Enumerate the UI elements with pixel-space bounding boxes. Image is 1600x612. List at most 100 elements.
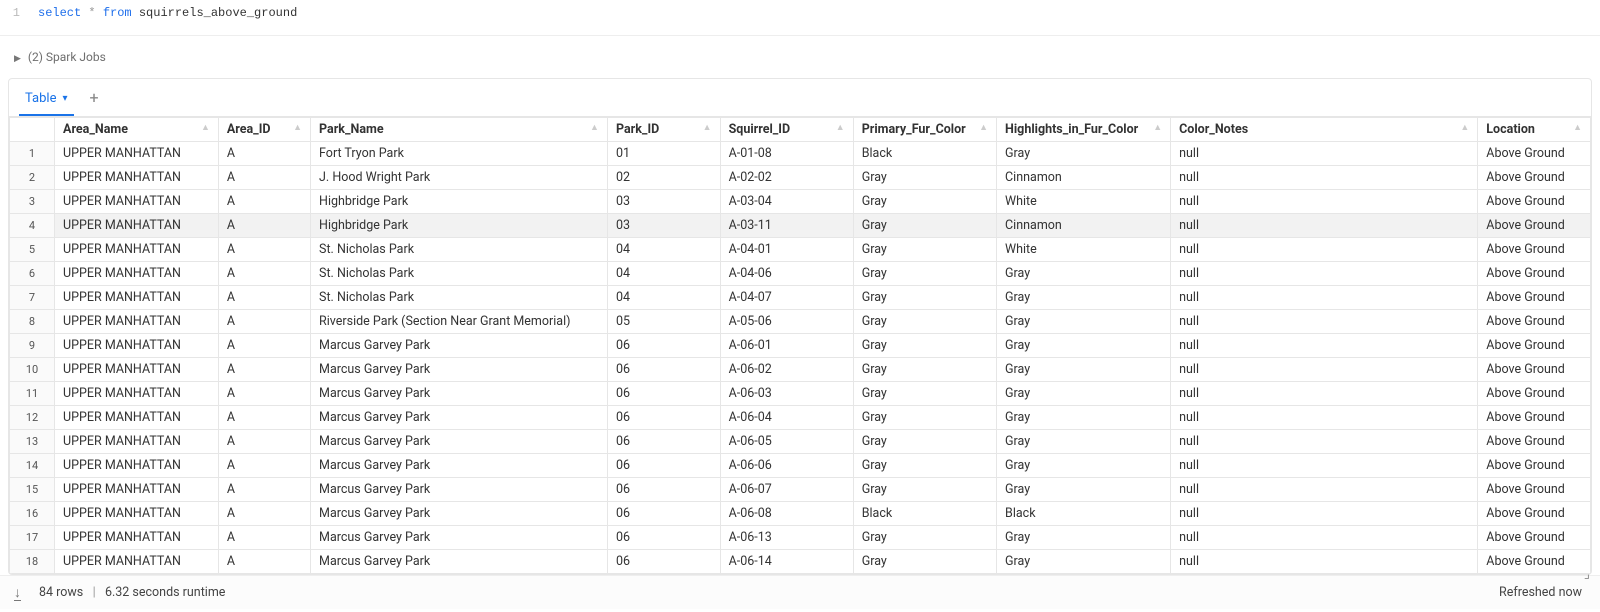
- table-cell[interactable]: UPPER MANHATTAN: [55, 334, 219, 358]
- table-cell[interactable]: A-06-08: [720, 502, 853, 526]
- table-cell[interactable]: Gray: [853, 358, 996, 382]
- table-cell[interactable]: Gray: [997, 430, 1171, 454]
- table-row[interactable]: 4UPPER MANHATTANAHighbridge Park03A-03-1…: [10, 214, 1591, 238]
- table-cell[interactable]: Gray: [997, 310, 1171, 334]
- table-cell[interactable]: A-06-14: [720, 550, 853, 574]
- sort-icon[interactable]: ▲: [703, 122, 712, 133]
- table-cell[interactable]: A-03-04: [720, 190, 853, 214]
- table-cell[interactable]: null: [1171, 310, 1478, 334]
- table-cell[interactable]: 03: [607, 214, 720, 238]
- table-row[interactable]: 2UPPER MANHATTANAJ. Hood Wright Park02A-…: [10, 166, 1591, 190]
- rownum-cell[interactable]: 12: [10, 406, 55, 430]
- table-cell[interactable]: UPPER MANHATTAN: [55, 286, 219, 310]
- table-cell[interactable]: Above Ground: [1478, 214, 1591, 238]
- table-cell[interactable]: 06: [607, 406, 720, 430]
- table-cell[interactable]: A-06-07: [720, 478, 853, 502]
- table-cell[interactable]: Black: [853, 502, 996, 526]
- rownum-cell[interactable]: 10: [10, 358, 55, 382]
- table-row[interactable]: 10UPPER MANHATTANAMarcus Garvey Park06A-…: [10, 358, 1591, 382]
- table-cell[interactable]: Highbridge Park: [311, 214, 608, 238]
- table-cell[interactable]: Marcus Garvey Park: [311, 478, 608, 502]
- table-row[interactable]: 18UPPER MANHATTANAMarcus Garvey Park06A-…: [10, 550, 1591, 574]
- table-row[interactable]: 1UPPER MANHATTANAFort Tryon Park01A-01-0…: [10, 142, 1591, 166]
- table-cell[interactable]: A: [218, 526, 310, 550]
- table-cell[interactable]: A: [218, 454, 310, 478]
- table-cell[interactable]: 06: [607, 334, 720, 358]
- table-row[interactable]: 17UPPER MANHATTANAMarcus Garvey Park06A-…: [10, 526, 1591, 550]
- table-cell[interactable]: A-04-06: [720, 262, 853, 286]
- table-cell[interactable]: Marcus Garvey Park: [311, 406, 608, 430]
- table-cell[interactable]: A-04-07: [720, 286, 853, 310]
- table-cell[interactable]: A-01-08: [720, 142, 853, 166]
- table-cell[interactable]: Gray: [853, 166, 996, 190]
- table-row[interactable]: 9UPPER MANHATTANAMarcus Garvey Park06A-0…: [10, 334, 1591, 358]
- resize-handle-icon[interactable]: ⌟: [1584, 567, 1590, 582]
- rownum-cell[interactable]: 4: [10, 214, 55, 238]
- sort-icon[interactable]: ▲: [979, 122, 988, 133]
- table-cell[interactable]: Gray: [853, 550, 996, 574]
- table-cell[interactable]: 03: [607, 190, 720, 214]
- table-cell[interactable]: Above Ground: [1478, 358, 1591, 382]
- table-cell[interactable]: null: [1171, 454, 1478, 478]
- rownum-cell[interactable]: 17: [10, 526, 55, 550]
- table-cell[interactable]: J. Hood Wright Park: [311, 166, 608, 190]
- table-cell[interactable]: Gray: [997, 358, 1171, 382]
- table-cell[interactable]: Gray: [997, 142, 1171, 166]
- rownum-header[interactable]: [10, 118, 55, 142]
- table-cell[interactable]: A: [218, 478, 310, 502]
- rownum-cell[interactable]: 18: [10, 550, 55, 574]
- table-cell[interactable]: A: [218, 430, 310, 454]
- table-cell[interactable]: Gray: [853, 454, 996, 478]
- table-cell[interactable]: A: [218, 166, 310, 190]
- table-cell[interactable]: A: [218, 550, 310, 574]
- sort-icon[interactable]: ▲: [1153, 122, 1162, 133]
- col-header[interactable]: Area_ID▲: [218, 118, 310, 142]
- table-row[interactable]: 3UPPER MANHATTANAHighbridge Park03A-03-0…: [10, 190, 1591, 214]
- table-cell[interactable]: UPPER MANHATTAN: [55, 430, 219, 454]
- table-cell[interactable]: St. Nicholas Park: [311, 286, 608, 310]
- table-cell[interactable]: Gray: [997, 454, 1171, 478]
- table-cell[interactable]: Above Ground: [1478, 454, 1591, 478]
- chevron-down-icon[interactable]: ▾: [62, 93, 67, 104]
- spark-jobs-toggle[interactable]: ▶ (2) Spark Jobs: [0, 36, 1600, 78]
- table-cell[interactable]: A-05-06: [720, 310, 853, 334]
- table-cell[interactable]: null: [1171, 142, 1478, 166]
- table-cell[interactable]: A-02-02: [720, 166, 853, 190]
- results-table[interactable]: Area_Name▲ Area_ID▲ Park_Name▲ Park_ID▲ …: [9, 117, 1591, 574]
- table-row[interactable]: 8UPPER MANHATTANARiverside Park (Section…: [10, 310, 1591, 334]
- sort-icon[interactable]: ▲: [590, 122, 599, 133]
- table-cell[interactable]: null: [1171, 262, 1478, 286]
- sort-icon[interactable]: ▲: [1573, 122, 1582, 133]
- rownum-cell[interactable]: 15: [10, 478, 55, 502]
- table-cell[interactable]: A-06-05: [720, 430, 853, 454]
- table-cell[interactable]: UPPER MANHATTAN: [55, 238, 219, 262]
- table-cell[interactable]: A: [218, 382, 310, 406]
- tab-table[interactable]: Table ▾: [19, 85, 74, 116]
- rownum-cell[interactable]: 11: [10, 382, 55, 406]
- table-cell[interactable]: 01: [607, 142, 720, 166]
- table-cell[interactable]: Gray: [997, 262, 1171, 286]
- table-cell[interactable]: UPPER MANHATTAN: [55, 190, 219, 214]
- rownum-cell[interactable]: 13: [10, 430, 55, 454]
- table-cell[interactable]: 06: [607, 502, 720, 526]
- table-cell[interactable]: Marcus Garvey Park: [311, 430, 608, 454]
- table-cell[interactable]: A: [218, 286, 310, 310]
- table-cell[interactable]: 04: [607, 262, 720, 286]
- table-cell[interactable]: Gray: [997, 286, 1171, 310]
- table-row[interactable]: 15UPPER MANHATTANAMarcus Garvey Park06A-…: [10, 478, 1591, 502]
- table-cell[interactable]: 06: [607, 454, 720, 478]
- table-cell[interactable]: A-03-11: [720, 214, 853, 238]
- rownum-cell[interactable]: 14: [10, 454, 55, 478]
- table-row[interactable]: 12UPPER MANHATTANAMarcus Garvey Park06A-…: [10, 406, 1591, 430]
- table-cell[interactable]: 06: [607, 526, 720, 550]
- table-cell[interactable]: Above Ground: [1478, 310, 1591, 334]
- table-cell[interactable]: Above Ground: [1478, 166, 1591, 190]
- table-cell[interactable]: UPPER MANHATTAN: [55, 382, 219, 406]
- table-cell[interactable]: Gray: [853, 238, 996, 262]
- rownum-cell[interactable]: 8: [10, 310, 55, 334]
- table-cell[interactable]: A-06-02: [720, 358, 853, 382]
- table-cell[interactable]: Marcus Garvey Park: [311, 382, 608, 406]
- col-header[interactable]: Primary_Fur_Color▲: [853, 118, 996, 142]
- table-cell[interactable]: UPPER MANHATTAN: [55, 310, 219, 334]
- table-cell[interactable]: Above Ground: [1478, 502, 1591, 526]
